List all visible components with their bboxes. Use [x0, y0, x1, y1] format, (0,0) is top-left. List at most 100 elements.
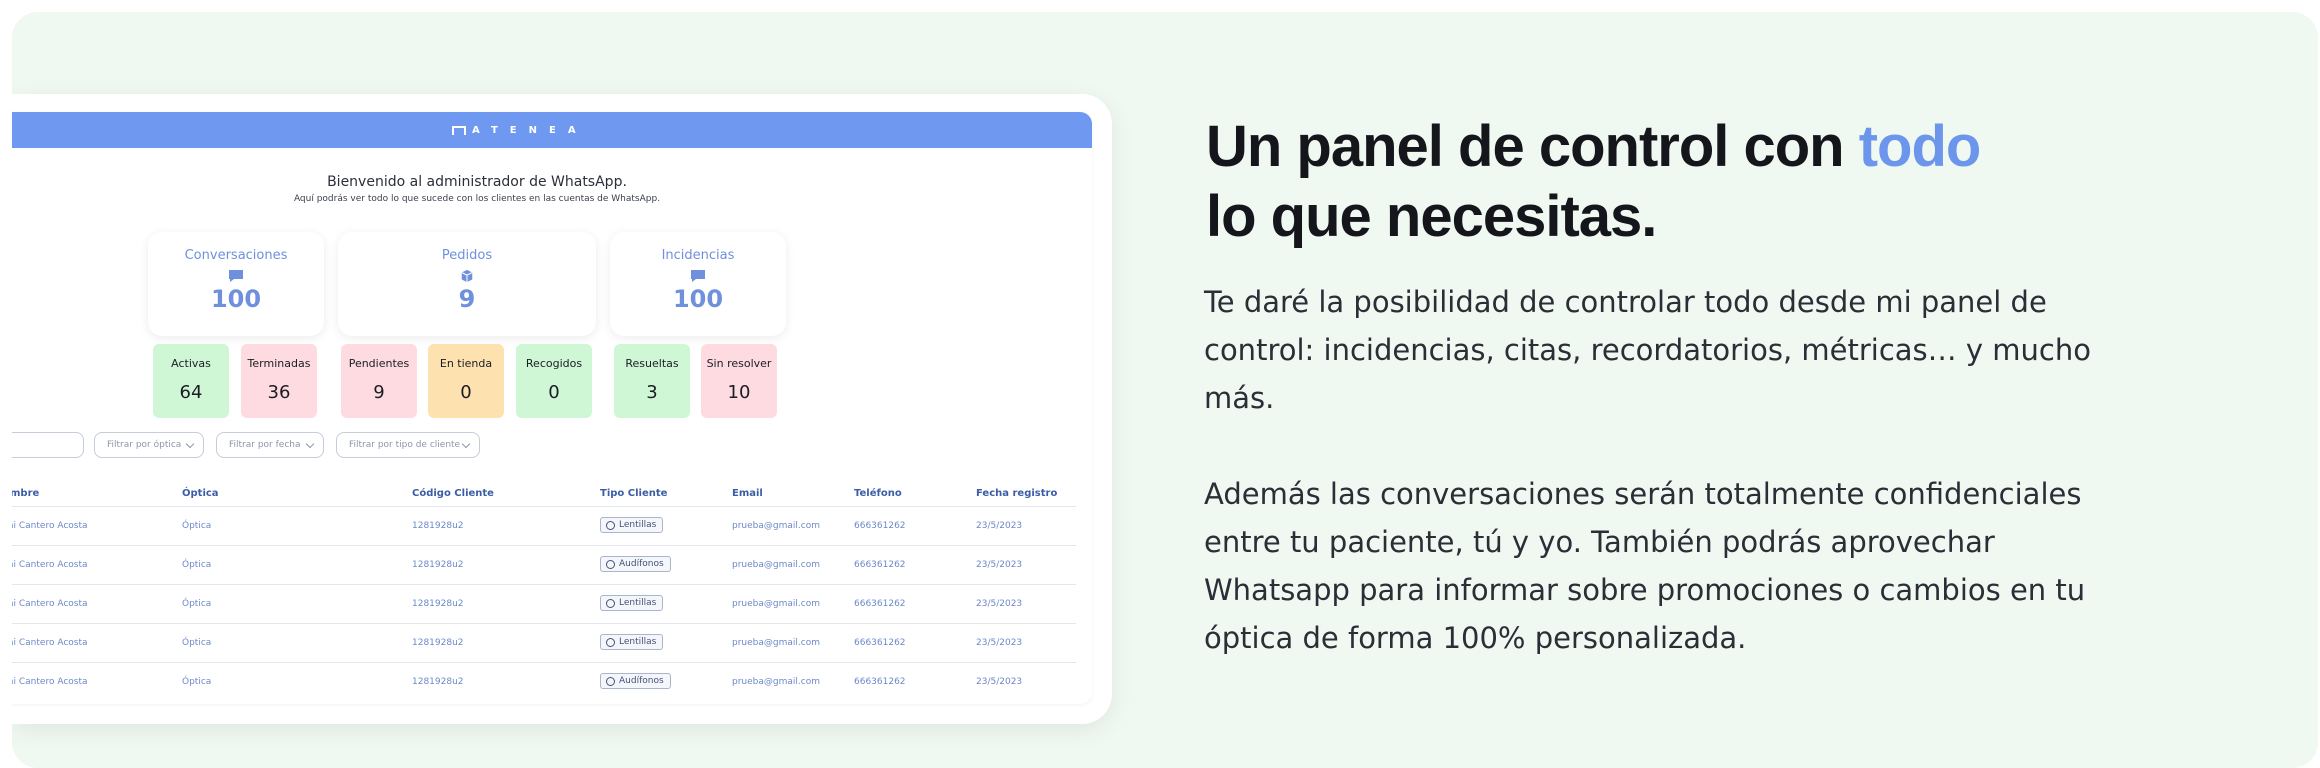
stat-card-incidencias[interactable]: Incidencias 100 — [610, 232, 786, 336]
pill-label: Pendientes — [348, 357, 410, 370]
headline-accent: todo — [1858, 114, 1982, 179]
filter-label: Filtrar por óptica — [107, 440, 182, 450]
pill-value: 9 — [373, 382, 385, 403]
column-header[interactable]: mbre — [12, 488, 39, 499]
eye-icon — [606, 638, 615, 647]
eye-icon — [606, 521, 615, 530]
badge-label: Audífonos — [619, 559, 664, 569]
column-header[interactable]: Código Cliente — [412, 488, 494, 499]
pill-sin-resolver[interactable]: Sin resolver 10 — [701, 344, 777, 418]
table-row[interactable]: ai Cantero Acosta Óptica 1281928u2 Lenti… — [12, 506, 1076, 545]
stat-card-value: 9 — [458, 285, 476, 313]
pill-value: 10 — [727, 382, 751, 403]
table-row[interactable]: ai Cantero Acosta Óptica 1281928u2 Audíf… — [12, 545, 1076, 584]
tipo-cliente-badge: Audífonos — [600, 673, 671, 689]
cell-codigo: 1281928u2 — [412, 521, 464, 531]
search-input[interactable] — [12, 432, 84, 458]
pill-terminadas[interactable]: Terminadas 36 — [241, 344, 317, 418]
ear-icon — [606, 560, 615, 569]
badge-label: Lentillas — [619, 520, 657, 530]
cell-optica: Óptica — [182, 560, 212, 570]
table-row[interactable]: ai Cantero Acosta Óptica 1281928u2 Lenti… — [12, 584, 1076, 623]
welcome-subtitle: Aquí podrás ver todo lo que sucede con l… — [293, 194, 661, 204]
column-header[interactable]: Email — [732, 488, 763, 499]
pill-en-tienda[interactable]: En tienda 0 — [428, 344, 504, 418]
tipo-cliente-badge: Audífonos — [600, 556, 671, 572]
cell-telefono: 666361262 — [854, 521, 906, 531]
stat-card-title: Pedidos — [441, 248, 493, 263]
column-header[interactable]: Fecha registro — [976, 488, 1057, 499]
feature-section: ATENEA Bienvenido al administrador de Wh… — [12, 12, 2318, 768]
chevron-down-icon — [305, 439, 315, 449]
pill-value: 0 — [548, 382, 560, 403]
cell-fecha: 23/5/2023 — [976, 638, 1023, 648]
pill-pendientes[interactable]: Pendientes 9 — [341, 344, 417, 418]
welcome-title: Bienvenido al administrador de WhatsApp. — [327, 174, 627, 190]
cell-codigo: 1281928u2 — [412, 638, 464, 648]
pill-value: 36 — [267, 382, 291, 403]
filter-label: Filtrar por fecha — [229, 440, 301, 450]
pill-recogidos[interactable]: Recogidos 0 — [516, 344, 592, 418]
badge-label: Lentillas — [619, 598, 657, 608]
pill-value: 3 — [646, 382, 658, 403]
logo-mark-icon — [452, 125, 466, 135]
logo-text: ATENEA — [472, 124, 588, 136]
badge-label: Lentillas — [619, 637, 657, 647]
table-row[interactable]: ai Cantero Acosta Óptica 1281928u2 Audíf… — [12, 662, 1076, 701]
stat-card-conversaciones[interactable]: Conversaciones 100 — [148, 232, 324, 336]
pill-label: Recogidos — [525, 357, 583, 370]
pill-value: 64 — [179, 382, 203, 403]
section-headline: Un panel de control con todo lo que nece… — [1206, 112, 1982, 252]
filter-label: Filtrar por tipo de cliente — [349, 440, 461, 450]
cell-telefono: 666361262 — [854, 599, 906, 609]
atenea-logo: ATENEA — [452, 125, 588, 136]
cell-nombre: ai Cantero Acosta — [12, 521, 88, 531]
badge-label: Audífonos — [619, 676, 664, 686]
column-header[interactable]: Tipo Cliente — [600, 488, 667, 499]
paragraph-privacy: Además las conversaciones serán totalmen… — [1204, 477, 2086, 655]
pill-label: Resueltas — [625, 357, 679, 370]
stat-card-title: Conversaciones — [184, 248, 288, 263]
cell-nombre: ai Cantero Acosta — [12, 677, 88, 687]
stat-card-value: 100 — [210, 285, 262, 313]
chat-bubble-icon — [691, 270, 705, 282]
pill-label: En tienda — [439, 357, 493, 370]
pill-label: Terminadas — [247, 357, 311, 370]
cell-telefono: 666361262 — [854, 677, 906, 687]
dashboard-screenshot: ATENEA Bienvenido al administrador de Wh… — [12, 112, 1092, 704]
chat-bubble-icon — [229, 270, 243, 282]
cell-email: prueba@gmail.com — [732, 521, 820, 531]
app-header-bar: ATENEA — [12, 112, 1092, 148]
filter-optica-select[interactable]: Filtrar por óptica — [94, 432, 204, 458]
filter-fecha-select[interactable]: Filtrar por fecha — [216, 432, 324, 458]
tipo-cliente-badge: Lentillas — [600, 517, 664, 533]
stat-card-title: Incidencias — [661, 248, 735, 263]
cell-email: prueba@gmail.com — [732, 599, 820, 609]
package-icon — [461, 269, 473, 283]
cell-nombre: ai Cantero Acosta — [12, 560, 88, 570]
headline-part1: Un panel de control con — [1206, 114, 1859, 179]
table-row[interactable]: ai Cantero Acosta Óptica 1281928u2 Lenti… — [12, 623, 1076, 662]
chevron-down-icon — [185, 439, 195, 449]
filter-tipo-cliente-select[interactable]: Filtrar por tipo de cliente — [336, 432, 480, 458]
cell-telefono: 666361262 — [854, 638, 906, 648]
cell-optica: Óptica — [182, 638, 212, 648]
pill-activas[interactable]: Activas 64 — [153, 344, 229, 418]
eye-icon — [606, 599, 615, 608]
pill-resueltas[interactable]: Resueltas 3 — [614, 344, 690, 418]
cell-optica: Óptica — [182, 521, 212, 531]
cell-fecha: 23/5/2023 — [976, 560, 1023, 570]
cell-codigo: 1281928u2 — [412, 599, 464, 609]
stat-card-pedidos[interactable]: Pedidos 9 — [338, 232, 596, 336]
cell-optica: Óptica — [182, 677, 212, 687]
column-header[interactable]: Teléfono — [854, 488, 902, 499]
cell-telefono: 666361262 — [854, 560, 906, 570]
cell-codigo: 1281928u2 — [412, 560, 464, 570]
cell-nombre: ai Cantero Acosta — [12, 599, 88, 609]
cell-codigo: 1281928u2 — [412, 677, 464, 687]
ear-icon — [606, 677, 615, 686]
column-header[interactable]: Óptica — [182, 488, 219, 499]
chevron-down-icon — [461, 439, 471, 449]
cell-nombre: ai Cantero Acosta — [12, 638, 88, 648]
headline-part2: lo que necesitas. — [1206, 184, 1657, 249]
